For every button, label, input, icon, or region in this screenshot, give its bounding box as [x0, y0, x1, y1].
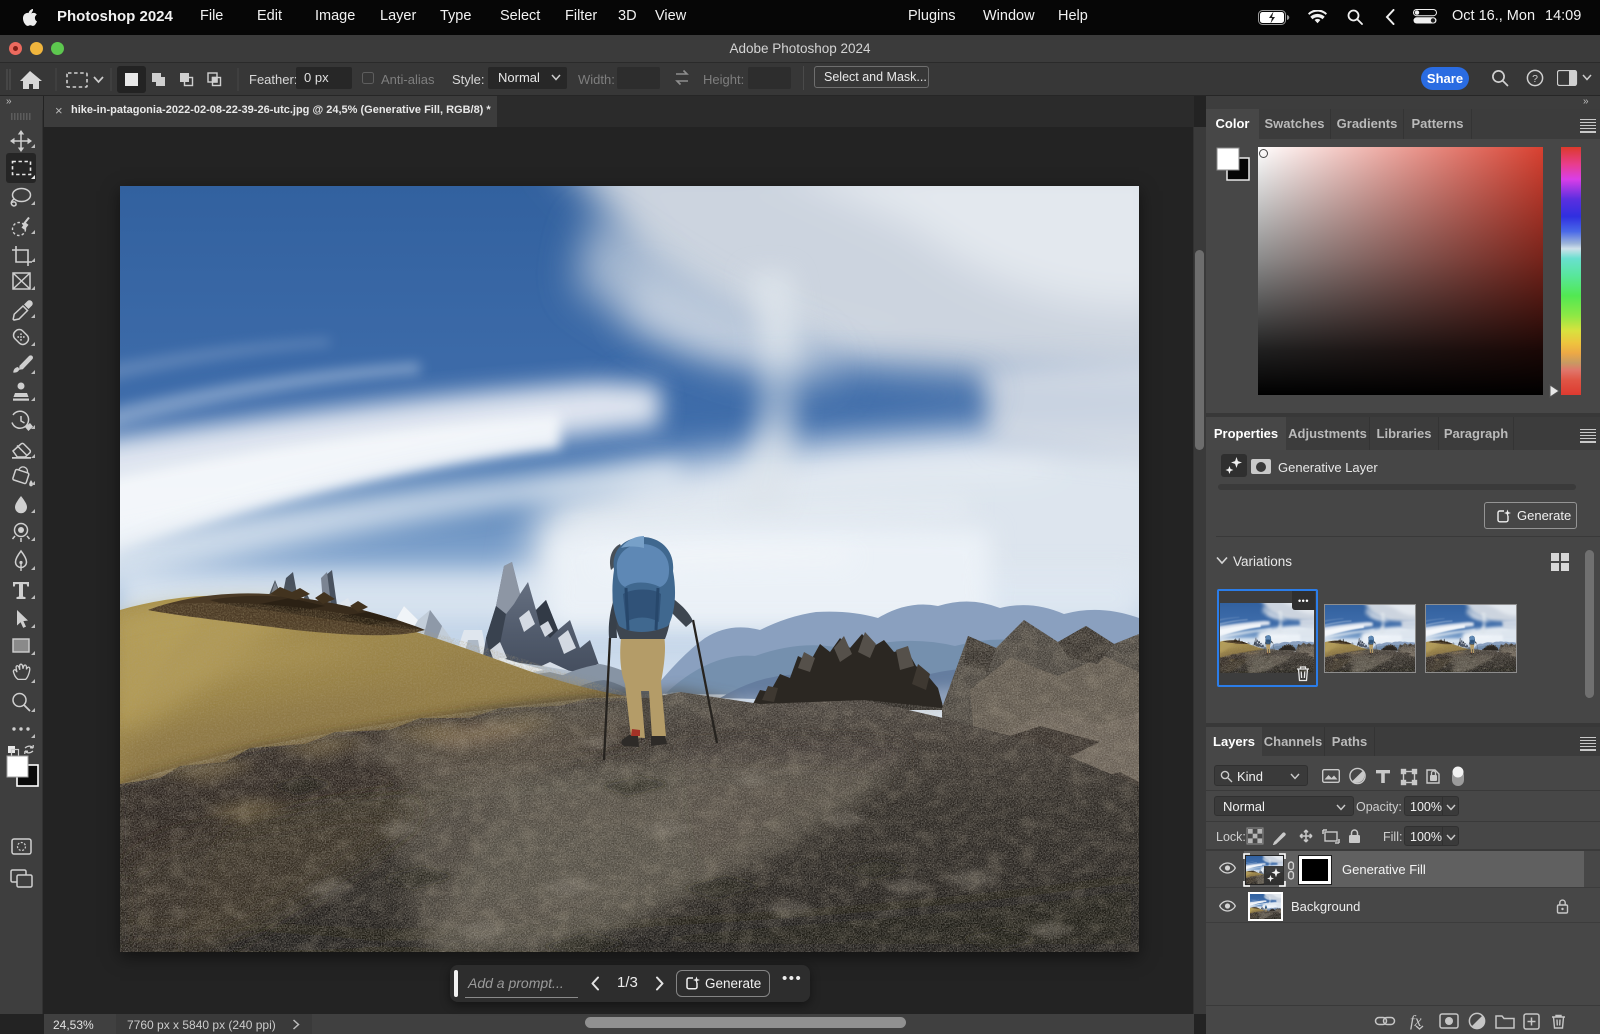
svg-text:?: ?: [1532, 73, 1538, 85]
svg-text:fx: fx: [1410, 1013, 1422, 1030]
